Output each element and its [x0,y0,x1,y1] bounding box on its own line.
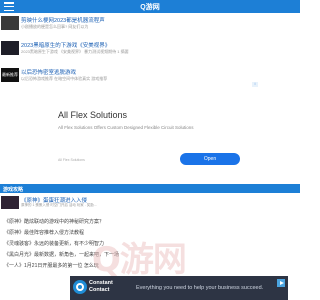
link-text[interactable]: 最佳阵容推荐入侵方法教程 [24,230,84,236]
section-title: 游戏攻略 [3,186,24,193]
link-prefix: 《灵魂骇客》 [4,241,35,247]
ad-advertiser: All Flex Solutions [58,158,85,162]
feature-excerpt: 原神的 1 蛋蛋入侵 时空门开启 活动 玩家 . 奖励... [21,203,97,207]
news-headline[interactable]: 以后恐怖密室逃脱游戏 [21,68,76,76]
ad-info-icon[interactable]: i [252,82,258,87]
news-item[interactable]: 剪映什么梗网2023都是机器流程声 小剧播放的梗是怎么回事? 网友们以为 [0,16,300,32]
ad-choices-play-icon[interactable] [277,279,285,287]
news-excerpt: 小剧播放的梗是怎么回事? 网友们以为 [21,24,89,29]
news-headline[interactable]: 2023黑暗原生的下游戏《安美视界》 [21,41,110,49]
news-thumbnail[interactable]: 最新推荐 [1,68,19,82]
news-thumbnail[interactable] [1,16,19,30]
thumbnail-caption: 最新推荐 [2,72,18,77]
link-prefix: 《原神》 [4,230,25,236]
link-prefix: 《黑白月光》 [4,252,35,258]
brand-line-2: Contact [89,286,110,293]
link-prefix: 《原神》 [4,219,25,225]
site-watermark: Q游网 [92,240,187,280]
featured-article[interactable]: 《原神》蛋蛋狂潮进入入侵 原神的 1 蛋蛋入侵 时空门开启 活动 玩家 . 奖励… [0,194,300,212]
brand-line-1: Constant [89,280,113,286]
ad-unit[interactable]: i All Flex Solutions All Flex Solutions … [42,82,258,172]
bottom-banner-ad[interactable]: Constant Contact Everything you need to … [70,276,288,300]
list-item[interactable]: 《一人》1月21日开服最多的第一位 怎么玩 [4,262,99,269]
site-title[interactable]: Q游网 [0,2,300,12]
banner-tagline[interactable]: Everything you need to help your busines… [136,285,263,291]
news-thumbnail[interactable] [1,41,19,55]
list-item[interactable]: 《灵魂骇客》永远的装备更新，有不少明智力 [4,240,104,247]
link-text[interactable]: 酷炫联动的游戏中的神秘研究方案？ [24,219,104,225]
list-item[interactable]: 《原神》最佳阵容推荐入侵方法教程 [4,229,84,236]
news-item[interactable]: 2023黑暗原生的下游戏《安美视界》 2023黑暗原生下游戏 《安美视界》 暴力… [0,41,300,57]
news-excerpt: 2023黑暗原生下游戏 《安美视界》 暴力测试视频期待 1 摘要 [21,49,129,54]
ad-title[interactable]: All Flex Solutions [58,110,127,120]
top-header: Q游网 [0,0,300,13]
ad-description: All Flex Solutions Offers Custom Designe… [58,125,194,130]
banner-brand: Constant Contact [89,280,113,293]
section-header: 游戏攻略 [0,184,300,193]
constant-contact-logo-icon [73,280,87,294]
link-prefix: 《一人》 [4,263,25,269]
feature-thumbnail[interactable] [1,196,19,209]
news-headline[interactable]: 剪映什么梗网2023都是机器流程声 [21,16,105,24]
ad-open-button[interactable]: Open [180,153,240,165]
link-text[interactable]: 1月21日开服最多的第一位 怎么玩 [24,263,99,269]
list-item[interactable]: 《原神》酷炫联动的游戏中的神秘研究方案？ [4,218,104,225]
